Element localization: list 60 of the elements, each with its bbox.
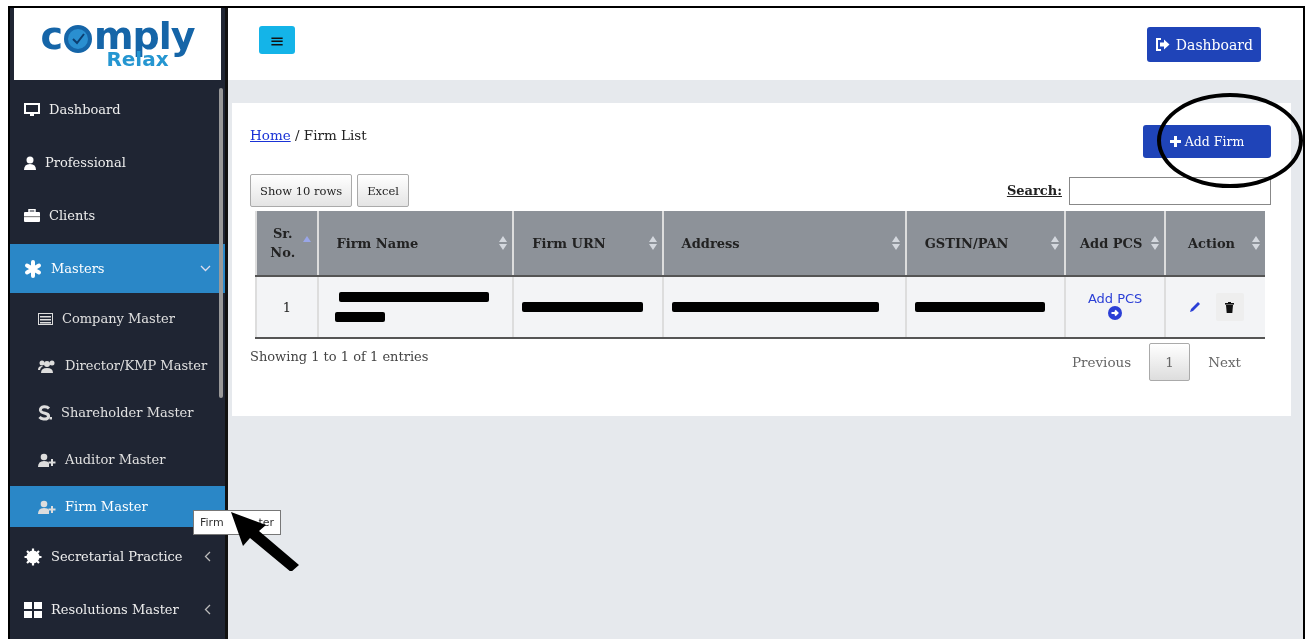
home-link[interactable]: Home xyxy=(250,127,291,143)
table-button[interactable]: Show 10 rows xyxy=(250,174,353,207)
add-pcs-link[interactable]: Add PCS xyxy=(1074,291,1157,306)
add-firm-button[interactable]: Add Firm xyxy=(1143,125,1271,158)
column-header[interactable]: Sr. No. xyxy=(256,211,318,276)
delete-button[interactable] xyxy=(1215,293,1244,321)
grid-icon xyxy=(24,601,42,618)
plus-icon xyxy=(1169,136,1181,147)
asterisk-icon xyxy=(24,259,42,278)
sort-icon xyxy=(1151,236,1160,250)
next-button[interactable]: Next xyxy=(1190,354,1259,370)
entries-info: Showing 1 to 1 of 1 entries xyxy=(250,348,429,364)
search-field[interactable] xyxy=(1069,176,1271,205)
sidebar-item[interactable]: Company Master xyxy=(10,295,225,342)
column-header[interactable]: Firm Name xyxy=(317,211,514,276)
page-button[interactable]: 1 xyxy=(1149,343,1191,381)
sidebar-item[interactable]: Auditor Master xyxy=(10,436,225,483)
sidebar-item[interactable]: Resolutions Master xyxy=(10,583,225,636)
column-header[interactable]: Address xyxy=(662,211,906,276)
sidebar-item[interactable]: Director/KMP Master xyxy=(10,342,225,389)
monitor-icon xyxy=(24,102,40,117)
gear-icon xyxy=(24,547,42,566)
previous-button[interactable]: Previous xyxy=(1053,354,1150,370)
scrollbar[interactable] xyxy=(219,88,223,398)
s-letter-icon xyxy=(38,404,52,421)
check-circle-icon xyxy=(62,24,93,54)
column-header[interactable]: GSTIN/PAN xyxy=(905,211,1066,276)
sign-out-icon xyxy=(1154,38,1170,51)
sort-icon xyxy=(1051,236,1060,250)
sort-icon xyxy=(1252,236,1260,250)
user-add-icon xyxy=(38,452,56,467)
search-label: Search: xyxy=(1006,183,1062,198)
briefcase-icon xyxy=(24,209,40,222)
users-icon xyxy=(38,358,56,373)
column-header[interactable]: Firm URN xyxy=(513,211,663,276)
annotation-arrow xyxy=(229,509,301,571)
pencil-icon[interactable] xyxy=(1187,300,1202,314)
user-icon xyxy=(24,155,36,170)
table-cell: 1 xyxy=(256,276,318,338)
table-button[interactable]: Excel xyxy=(357,174,409,207)
sidebar-item[interactable]: Dashboard xyxy=(10,83,225,136)
column-header[interactable]: Add PCS xyxy=(1065,211,1166,276)
sidebar-item[interactable]: Clients xyxy=(10,189,225,242)
sort-icon xyxy=(499,236,508,250)
breadcrumb: Home / Firm List xyxy=(250,127,367,143)
sort-icon xyxy=(648,236,657,250)
sidebar-item[interactable]: Shareholder Master xyxy=(10,389,225,436)
trash-icon xyxy=(1225,301,1235,313)
list-icon xyxy=(38,312,53,325)
dashboard-button[interactable]: Dashboard xyxy=(1146,27,1261,62)
column-header[interactable]: Action xyxy=(1165,211,1265,276)
sort-ascending-icon xyxy=(302,236,311,242)
user-add-icon xyxy=(38,499,56,514)
logo-text: c xyxy=(40,14,62,58)
sidebar-item[interactable]: Masters xyxy=(10,244,225,293)
sidebar-item[interactable]: Professional xyxy=(10,136,225,189)
menu-button[interactable]: ≡ xyxy=(259,26,295,54)
redaction-bar xyxy=(334,312,385,322)
arrow-circle-icon[interactable] xyxy=(1108,306,1123,320)
sort-icon xyxy=(891,236,900,250)
